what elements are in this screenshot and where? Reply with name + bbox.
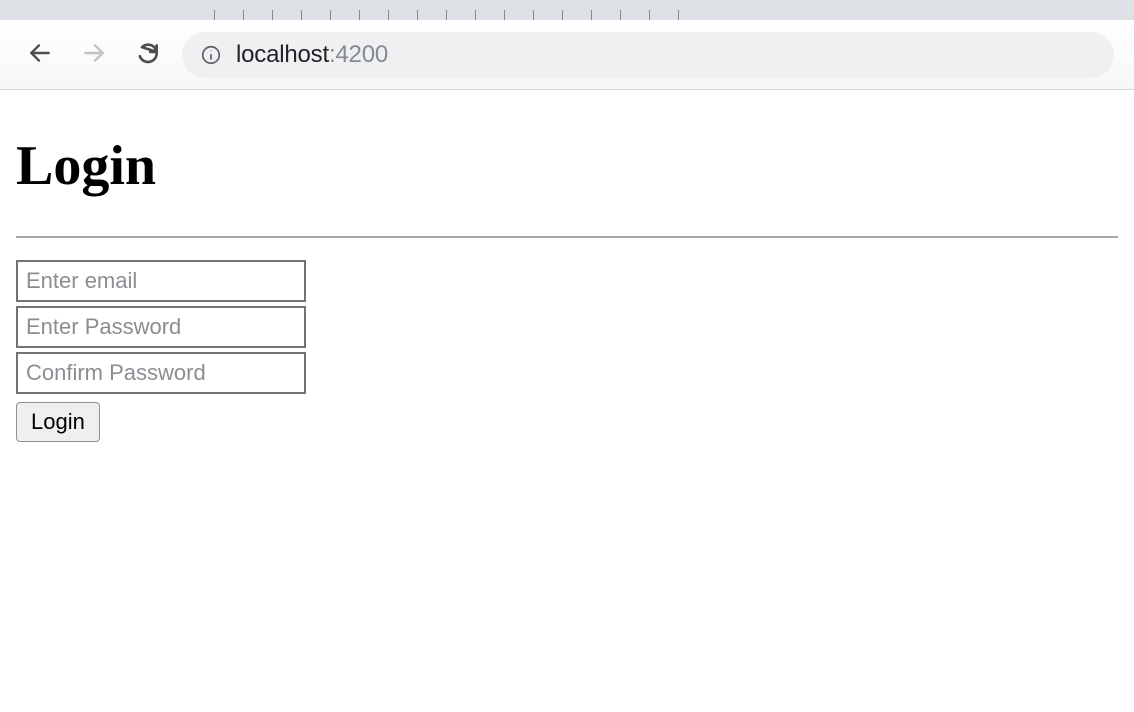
forward-button[interactable] — [74, 35, 114, 75]
reload-icon — [135, 40, 161, 69]
browser-toolbar: localhost:4200 — [0, 20, 1134, 90]
back-button[interactable] — [20, 35, 60, 75]
page-content: Login Login — [0, 90, 1134, 442]
arrow-right-icon — [81, 40, 107, 69]
arrow-left-icon — [27, 40, 53, 69]
login-form: Login — [16, 260, 1118, 442]
url-host: localhost — [236, 41, 329, 68]
address-bar[interactable]: localhost:4200 — [182, 32, 1114, 78]
site-info-icon[interactable] — [200, 44, 222, 66]
url-port: :4200 — [329, 41, 388, 68]
password-input[interactable] — [16, 306, 306, 348]
login-button[interactable]: Login — [16, 402, 100, 442]
email-input[interactable] — [16, 260, 306, 302]
reload-button[interactable] — [128, 35, 168, 75]
divider — [16, 236, 1118, 238]
confirm-password-input[interactable] — [16, 352, 306, 394]
url-text: localhost:4200 — [236, 41, 388, 69]
page-title: Login — [16, 134, 1118, 198]
browser-tabstrip — [0, 0, 1134, 20]
